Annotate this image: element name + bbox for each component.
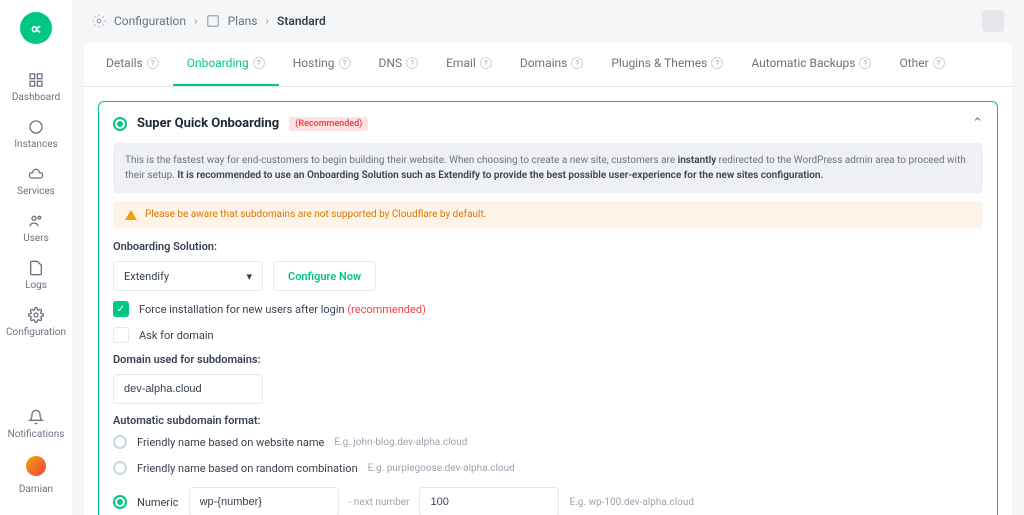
help-icon[interactable]: ? <box>571 57 583 69</box>
tab-dns[interactable]: DNS? <box>365 42 433 86</box>
format-opt1-label: Friendly name based on website name <box>137 436 324 449</box>
tab-details[interactable]: Details? <box>92 42 173 86</box>
tab-onboarding[interactable]: Onboarding? <box>173 42 279 86</box>
topbar: Configuration › Plans › Standard <box>72 0 1024 42</box>
format-opt1-hint: E.g. john-blog.dev-alpha.cloud <box>334 437 467 448</box>
tab-domains[interactable]: Domains? <box>506 42 598 86</box>
help-icon[interactable]: ? <box>147 57 159 69</box>
force-install-label: Force installation for new users after l… <box>139 303 426 316</box>
panel-title: Super Quick Onboarding <box>137 116 279 131</box>
cloud-icon <box>28 166 44 182</box>
format-opt3-hint: E.g. wp-100.dev-alpha.cloud <box>569 497 694 508</box>
avatar <box>26 456 46 476</box>
help-icon[interactable]: ? <box>253 57 265 69</box>
sidebar-item-dashboard[interactable]: Dashboard <box>0 64 72 111</box>
domain-label: Domain used for subdomains: <box>113 353 983 366</box>
configure-now-button[interactable]: Configure Now <box>273 261 376 291</box>
topbar-action[interactable] <box>982 10 1004 32</box>
sidebar-item-label: Users <box>23 233 49 244</box>
format-opt3-label: Numeric <box>137 496 179 509</box>
sidebar-item-logs[interactable]: Logs <box>0 252 72 299</box>
sidebar-item-configuration[interactable]: Configuration <box>0 299 72 346</box>
document-icon <box>28 260 44 276</box>
tabs: Details? Onboarding? Hosting? DNS? Email… <box>84 42 1012 87</box>
numeric-prefix-input[interactable] <box>189 487 339 515</box>
format-opt2-hint: E.g. purplegoose.dev-alpha.cloud <box>368 463 515 474</box>
warning-box: Please be aware that subdomains are not … <box>113 201 983 228</box>
sidebar-item-services[interactable]: Services <box>0 158 72 205</box>
format-radio-random-combo[interactable] <box>113 461 127 475</box>
app-logo[interactable]: ∝ <box>20 12 52 44</box>
ask-domain-checkbox[interactable] <box>113 327 129 343</box>
tab-automatic-backups[interactable]: Automatic Backups? <box>737 42 885 86</box>
chevron-up-icon[interactable]: ⌃ <box>972 116 983 131</box>
gear-icon <box>92 14 106 28</box>
tab-hosting[interactable]: Hosting? <box>279 42 365 86</box>
chevron-down-icon: ▾ <box>246 270 252 283</box>
force-install-checkbox[interactable]: ✓ <box>113 301 129 317</box>
help-icon[interactable]: ? <box>711 57 723 69</box>
gear-icon <box>28 307 44 323</box>
sidebar-item-instances[interactable]: Instances <box>0 111 72 158</box>
bell-icon <box>28 409 44 425</box>
numeric-next-input[interactable] <box>419 487 559 515</box>
chevron-right-icon: › <box>194 14 198 28</box>
breadcrumb: Configuration › Plans › Standard <box>92 14 326 28</box>
users-icon <box>28 213 44 229</box>
format-radio-website[interactable] <box>113 435 127 449</box>
help-icon[interactable]: ? <box>859 57 871 69</box>
help-icon[interactable]: ? <box>480 57 492 69</box>
sidebar-user-label: Damian <box>19 484 53 495</box>
grid-icon <box>28 72 44 88</box>
info-box: This is the fastest way for end-customer… <box>113 143 983 193</box>
format-label: Automatic subdomain format: <box>113 414 983 427</box>
ask-domain-label: Ask for domain <box>139 329 214 342</box>
chevron-right-icon: › <box>265 14 269 28</box>
sidebar-item-label: Dashboard <box>12 92 60 103</box>
plans-icon <box>206 14 220 28</box>
sidebar-item-label: Configuration <box>6 327 66 338</box>
tab-other[interactable]: Other? <box>885 42 958 86</box>
sidebar-user[interactable]: Damian <box>0 448 72 503</box>
format-radio-numeric[interactable] <box>113 495 127 509</box>
sidebar-item-label: Instances <box>14 139 57 150</box>
tab-plugins-themes[interactable]: Plugins & Themes? <box>597 42 737 86</box>
breadcrumb-link[interactable]: Configuration <box>114 14 186 28</box>
sidebar-item-label: Services <box>17 186 55 197</box>
warning-text: Please be aware that subdomains are not … <box>145 209 486 220</box>
domain-input[interactable] <box>113 374 263 404</box>
recommended-badge: (Recommended) <box>289 117 368 131</box>
format-opt2-label: Friendly name based on random combinatio… <box>137 462 358 475</box>
onboarding-panel: Super Quick Onboarding (Recommended) ⌃ T… <box>98 101 998 515</box>
sidebar-item-notifications[interactable]: Notifications <box>0 401 72 448</box>
breadcrumb-link[interactable]: Plans <box>228 14 258 28</box>
sidebar-item-label: Logs <box>25 280 47 291</box>
panel-radio[interactable] <box>113 117 127 131</box>
help-icon[interactable]: ? <box>933 57 945 69</box>
tab-email[interactable]: Email? <box>432 42 506 86</box>
help-icon[interactable]: ? <box>339 57 351 69</box>
breadcrumb-current: Standard <box>277 14 326 28</box>
solution-label: Onboarding Solution: <box>113 240 983 253</box>
sidebar-item-label: Notifications <box>8 429 65 440</box>
wordpress-icon <box>28 119 44 135</box>
next-number-label: - next number <box>349 497 410 508</box>
solution-select[interactable]: Extendify ▾ <box>113 261 263 291</box>
warning-icon <box>125 210 137 220</box>
sidebar: ∝ Dashboard Instances Services Users Log… <box>0 0 72 515</box>
help-icon[interactable]: ? <box>406 57 418 69</box>
sidebar-item-users[interactable]: Users <box>0 205 72 252</box>
